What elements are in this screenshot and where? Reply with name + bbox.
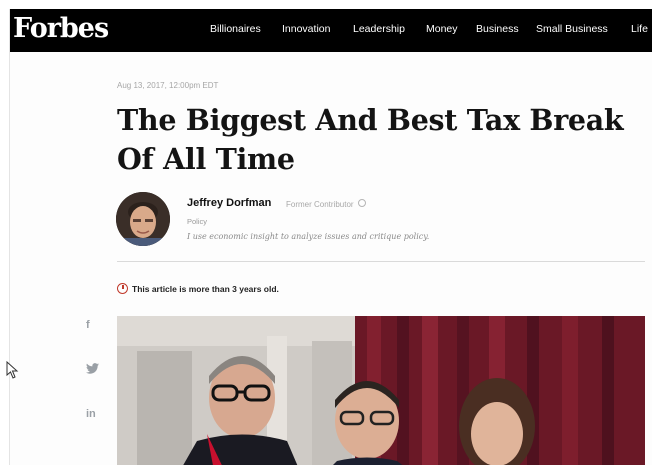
author-bio: I use economic insight to analyze issues…: [187, 232, 430, 241]
article-date: Aug 13, 2017, 12:00pm EDT: [117, 81, 219, 90]
article-age-notice: This article is more than 3 years old.: [117, 283, 279, 294]
age-notice-text: This article is more than 3 years old.: [132, 284, 279, 294]
info-icon[interactable]: [357, 199, 366, 207]
linkedin-share-icon[interactable]: in: [86, 408, 96, 420]
nav-item-innovation[interactable]: Innovation: [282, 23, 330, 35]
mouse-cursor-icon: [6, 360, 20, 379]
nav-item-billionaires[interactable]: Billionaires: [210, 23, 261, 35]
nav-item-leadership[interactable]: Leadership: [353, 23, 405, 35]
divider: [117, 261, 645, 262]
author-avatar[interactable]: [116, 192, 170, 246]
nav-item-business[interactable]: Business: [476, 23, 519, 35]
article-hero-image: [117, 316, 645, 465]
twitter-share-icon[interactable]: [86, 363, 99, 377]
author-section[interactable]: Policy: [187, 217, 207, 226]
browser-page: Forbes Billionaires Innovation Leadershi…: [9, 9, 652, 465]
author-role: Former Contributor: [286, 199, 366, 209]
nav-item-money[interactable]: Money: [426, 23, 458, 35]
article-title: The Biggest And Best Tax Break Of All Ti…: [117, 103, 624, 176]
facebook-share-icon[interactable]: f: [86, 319, 90, 331]
clock-icon: [117, 283, 128, 294]
nav-item-life[interactable]: Life: [631, 23, 648, 35]
top-navigation-bar: Forbes Billionaires Innovation Leadershi…: [10, 9, 652, 52]
author-role-label: Former Contributor: [286, 200, 354, 209]
author-name[interactable]: Jeffrey Dorfman: [187, 197, 271, 209]
forbes-logo[interactable]: Forbes: [13, 11, 109, 47]
nav-item-small-business[interactable]: Small Business: [536, 23, 608, 35]
